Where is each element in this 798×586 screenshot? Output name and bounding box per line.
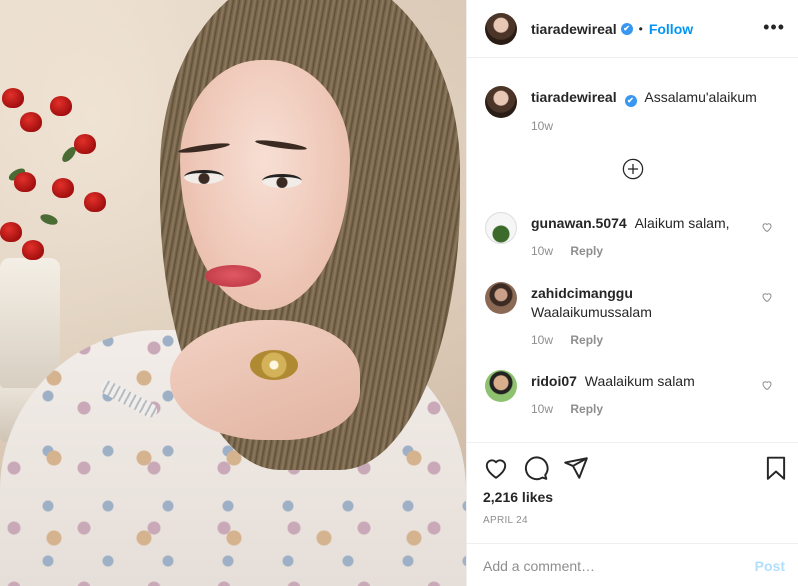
comment-like-heart-icon[interactable] <box>761 379 773 391</box>
post-sidebar: tiaradewireal ✔ • Follow ••• tiaradewire… <box>466 0 798 586</box>
photo-rose <box>50 96 72 116</box>
avatar[interactable] <box>485 12 517 45</box>
comment-time: 10w <box>531 402 554 416</box>
comment-icon[interactable] <box>523 455 549 481</box>
comment-text: Waalaikum salam <box>584 373 695 389</box>
caption-time: 10w <box>531 119 554 133</box>
heart-icon[interactable] <box>483 455 509 481</box>
comment-username[interactable]: gunawan.5074 <box>531 215 627 231</box>
comment-like-heart-icon[interactable] <box>761 291 773 303</box>
comment-item: gunawan.5074 Alaikum salam, 10w Reply <box>485 212 730 258</box>
comment-item: ridoi07 Waalaikum salam 10w Reply <box>485 370 695 416</box>
photo-rose <box>14 172 36 192</box>
photo-rose <box>2 88 24 108</box>
comment-username[interactable]: ridoi07 <box>531 373 577 389</box>
comment-like-heart-icon[interactable] <box>761 221 773 233</box>
photo-hand <box>170 320 360 440</box>
comment-time: 10w <box>531 244 554 258</box>
author-username[interactable]: tiaradewireal <box>531 21 617 37</box>
photo-ring <box>250 350 298 380</box>
comment-input[interactable] <box>483 556 733 576</box>
reply-button[interactable]: Reply <box>570 244 603 258</box>
comment-composer: Post <box>467 543 798 586</box>
avatar[interactable] <box>485 212 517 244</box>
post-date[interactable]: APRIL 24 <box>483 515 528 526</box>
photo-lips <box>205 265 261 287</box>
caption-row: tiaradewireal ✔ Assalamu'alaikum 10w <box>485 86 757 133</box>
avatar[interactable] <box>485 282 517 314</box>
reply-button[interactable]: Reply <box>570 402 603 416</box>
comment-text: Waalaikumussalam <box>531 304 652 320</box>
comment-time: 10w <box>531 333 554 347</box>
verified-icon: ✔ <box>624 95 637 107</box>
photo-rose <box>52 178 74 198</box>
avatar[interactable] <box>485 370 517 402</box>
photo-vase <box>0 258 60 388</box>
photo-rose <box>74 134 96 154</box>
comment-username[interactable]: zahidcimanggu <box>531 285 633 301</box>
action-bar: 2,216 likes APRIL 24 Post <box>467 442 798 584</box>
photo-rose <box>20 112 42 132</box>
share-icon[interactable] <box>563 455 589 481</box>
photo-rose <box>22 240 44 260</box>
follow-button[interactable]: Follow <box>649 21 693 37</box>
caption-text: Assalamu'alaikum <box>644 89 757 105</box>
photo-rose <box>84 192 106 212</box>
likes-count[interactable]: 2,216 likes <box>483 489 553 505</box>
verified-icon: ✔ <box>620 22 633 35</box>
photo-rose <box>0 222 22 242</box>
post-header: tiaradewireal ✔ • Follow ••• <box>467 0 798 58</box>
reply-button[interactable]: Reply <box>570 333 603 347</box>
photo-eye <box>262 174 302 188</box>
comment-text: Alaikum salam, <box>634 215 730 231</box>
separator-dot: • <box>638 21 643 36</box>
photo-eye <box>184 170 224 184</box>
caption-username[interactable]: tiaradewireal <box>531 89 617 105</box>
more-options-icon[interactable]: ••• <box>763 18 785 36</box>
comment-item: zahidcimanggu Waalaikumussalam 10w Reply <box>485 282 652 347</box>
bookmark-icon[interactable] <box>763 455 789 481</box>
post-button[interactable]: Post <box>755 558 785 574</box>
avatar[interactable] <box>485 86 517 118</box>
plus-circle-icon[interactable] <box>622 158 644 180</box>
post-photo[interactable] <box>0 0 466 586</box>
